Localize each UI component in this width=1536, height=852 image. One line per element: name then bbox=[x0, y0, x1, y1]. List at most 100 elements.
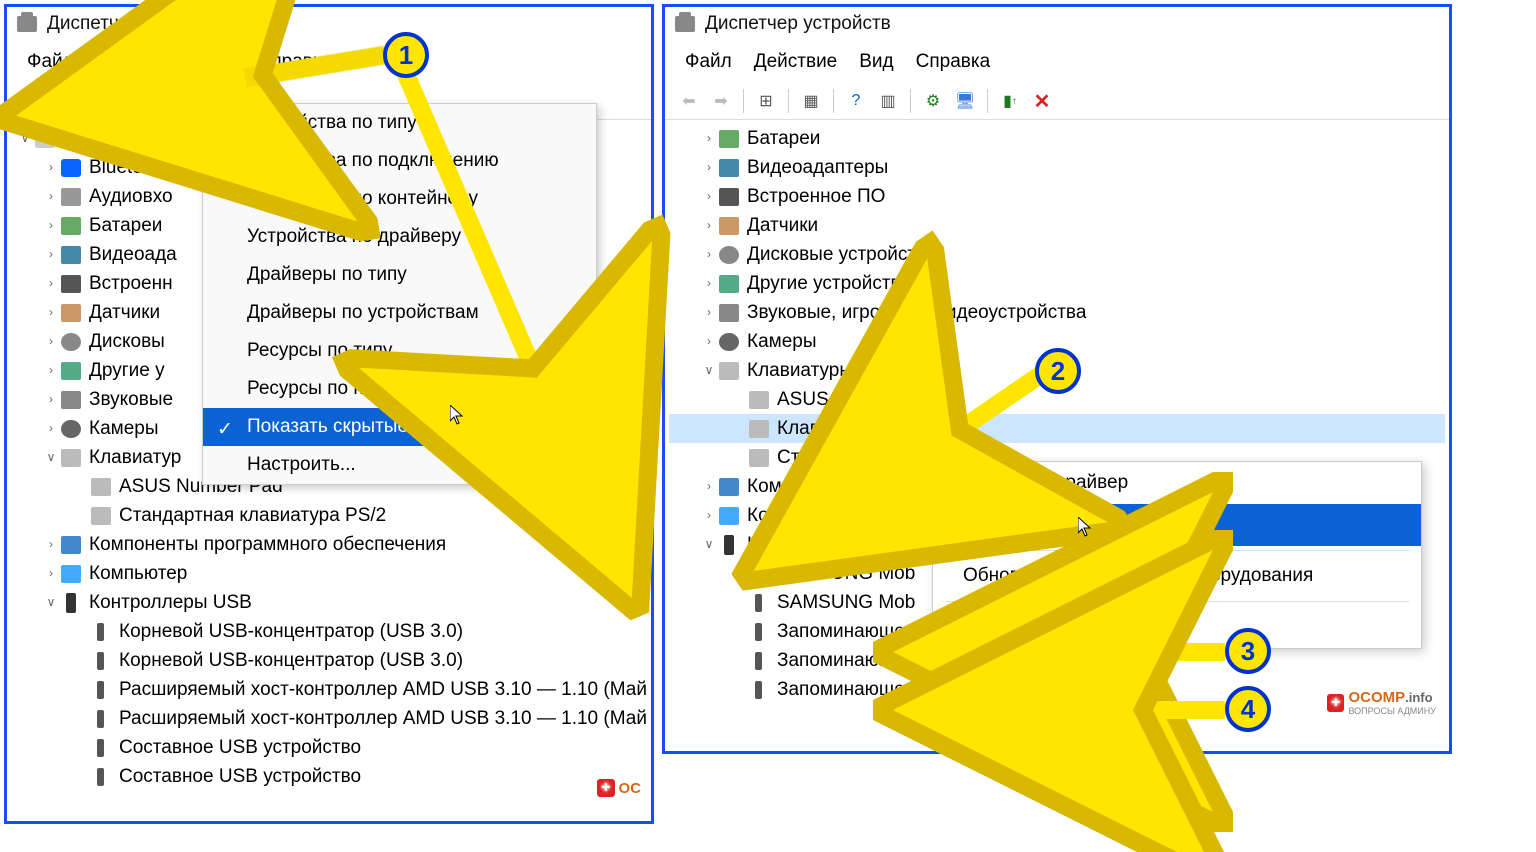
tree-video[interactable]: Видеоада bbox=[89, 240, 177, 269]
tree-kbd1[interactable]: ASUS Number Pad bbox=[777, 385, 941, 414]
tree-disk[interactable]: Дисковые устройства bbox=[747, 240, 937, 269]
tree-firmware[interactable]: Встроенное ПО bbox=[747, 182, 885, 211]
menu-file[interactable]: Файл bbox=[17, 45, 84, 79]
expand-icon[interactable]: › bbox=[41, 385, 61, 414]
tree-usb3[interactable]: Расширяемый хост-контроллер AMD USB 3.10… bbox=[119, 675, 647, 704]
tree-sensors[interactable]: Датчики bbox=[747, 211, 818, 240]
expand-icon[interactable]: › bbox=[41, 240, 61, 269]
view-by-conn[interactable]: Устройства по подключению bbox=[203, 142, 596, 180]
tree-camera[interactable]: Камеры bbox=[747, 327, 817, 356]
expand-icon[interactable]: › bbox=[699, 501, 719, 530]
grid-icon[interactable]: ▦ bbox=[797, 87, 825, 115]
tree-soft[interactable]: Компоненты прогр bbox=[747, 472, 911, 501]
tree-firmware[interactable]: Встроенн bbox=[89, 269, 173, 298]
tree-battery[interactable]: Батареи bbox=[89, 211, 162, 240]
expand-icon[interactable]: › bbox=[699, 211, 719, 240]
menu-file[interactable]: Файл bbox=[675, 45, 742, 79]
view-by-cont[interactable]: Устройства по контейнеру bbox=[203, 180, 596, 218]
tree-kbd2[interactable]: Клавиатура HID bbox=[777, 414, 918, 443]
tree-usbctl[interactable]: Контроллеры USB bbox=[89, 588, 252, 617]
tree-usb4[interactable]: Расширяемый хост-контроллер AMD USB 3.10… bbox=[119, 704, 647, 733]
expand-icon[interactable]: › bbox=[41, 327, 61, 356]
tree-keyboards[interactable]: Клавиатуры bbox=[747, 356, 853, 385]
tree-battery[interactable]: Батареи bbox=[747, 124, 820, 153]
tree-usb1[interactable]: SAMSUNG Mob bbox=[777, 559, 915, 588]
tree-other[interactable]: Другие у bbox=[89, 356, 165, 385]
pane-icon[interactable]: ▥ bbox=[874, 87, 902, 115]
tree-kbd2[interactable]: Стандартная клавиатура PS/2 bbox=[119, 501, 386, 530]
view-customize[interactable]: Настроить... bbox=[203, 446, 596, 484]
tree-kbd3[interactable]: Стандартная кл bbox=[777, 443, 917, 472]
view-drv-type[interactable]: Драйверы по типу bbox=[203, 256, 596, 294]
tree-root[interactable]: alex-pc bbox=[63, 124, 124, 153]
tree-comp[interactable]: Компьютер bbox=[747, 501, 845, 530]
ctx-uninstall-device[interactable]: Удалить устройство bbox=[933, 504, 1421, 546]
expand-icon[interactable]: › bbox=[699, 124, 719, 153]
expand-icon[interactable]: › bbox=[41, 559, 61, 588]
tree-usb5[interactable]: Составное USB устройство bbox=[119, 733, 361, 762]
view-by-drv[interactable]: Устройства по драйверу bbox=[203, 218, 596, 256]
expand-icon[interactable]: ∨ bbox=[699, 356, 719, 385]
expand-icon[interactable]: › bbox=[699, 327, 719, 356]
expand-icon[interactable]: ∨ bbox=[15, 124, 35, 153]
tree-audio[interactable]: Аудиовхо bbox=[89, 182, 173, 211]
tree-video[interactable]: Видеоадаптеры bbox=[747, 153, 888, 182]
expand-icon[interactable]: › bbox=[699, 182, 719, 211]
view-drv-dev[interactable]: Драйверы по устройствам bbox=[203, 294, 596, 332]
view-res-conn[interactable]: Ресурсы по подключению bbox=[203, 370, 596, 408]
menu-action[interactable]: Действие bbox=[744, 45, 848, 79]
view-by-type[interactable]: Устройства по типу bbox=[203, 104, 596, 142]
tree-keyboards[interactable]: Клавиатур bbox=[89, 443, 181, 472]
expand-icon[interactable]: › bbox=[699, 240, 719, 269]
view-show-hidden[interactable]: ✓Показать скрытые устройства bbox=[203, 408, 596, 446]
tree-usb2[interactable]: Корневой USB-концентратор (USB 3.0) bbox=[119, 646, 463, 675]
tree-sensors[interactable]: Датчики bbox=[89, 298, 160, 327]
tree-comp[interactable]: Компьютер bbox=[89, 559, 187, 588]
tree-sound[interactable]: Звуковые bbox=[89, 385, 173, 414]
ctx-update-driver[interactable]: Обновить драйвер bbox=[933, 462, 1421, 504]
tree-soft[interactable]: Компоненты программного обеспечения bbox=[89, 530, 446, 559]
expand-icon[interactable]: › bbox=[41, 530, 61, 559]
uninstall-icon[interactable]: ✕ bbox=[1028, 87, 1056, 115]
expand-icon[interactable]: › bbox=[41, 269, 61, 298]
expand-icon[interactable]: ∨ bbox=[699, 530, 719, 559]
expand-icon[interactable]: › bbox=[699, 472, 719, 501]
expand-icon[interactable]: › bbox=[699, 153, 719, 182]
tree-bluetooth[interactable]: Bluetooth bbox=[89, 153, 169, 182]
tree-disk[interactable]: Дисковы bbox=[89, 327, 165, 356]
menu-help[interactable]: Справка bbox=[906, 45, 1001, 79]
tree-usb5[interactable]: Запоминающее устройство для USB bbox=[777, 675, 1101, 704]
expand-icon[interactable]: › bbox=[41, 298, 61, 327]
tree-usbctl[interactable]: Контроллеры USB bbox=[747, 530, 910, 559]
details-icon[interactable]: ⊞ bbox=[94, 87, 122, 115]
tree-other[interactable]: Другие устройства bbox=[747, 269, 911, 298]
expand-icon[interactable]: ∨ bbox=[41, 588, 61, 617]
menu-view[interactable]: Вид bbox=[191, 45, 245, 79]
help-icon[interactable]: ? bbox=[139, 87, 167, 115]
ctx-properties[interactable]: Свойства bbox=[933, 606, 1421, 648]
expand-icon[interactable]: › bbox=[41, 356, 61, 385]
ctx-rescan[interactable]: Обновить конфигурацию оборудования bbox=[933, 555, 1421, 597]
expand-icon[interactable]: › bbox=[41, 414, 61, 443]
scan-icon[interactable]: 🖥 bbox=[951, 87, 979, 115]
tree-usb6[interactable]: Составное USB устройство bbox=[119, 762, 361, 791]
tree-usb1[interactable]: Корневой USB-концентратор (USB 3.0) bbox=[119, 617, 463, 646]
enable-icon[interactable]: ▮↑ bbox=[996, 87, 1024, 115]
tree-usb4[interactable]: Запоминающее устройство для USB bbox=[777, 646, 1101, 675]
menu-view[interactable]: Вид bbox=[849, 45, 903, 79]
tree-usb2[interactable]: SAMSUNG Mob bbox=[777, 588, 915, 617]
tree-sound[interactable]: Звуковые, игровые и видеоустройства bbox=[747, 298, 1086, 327]
expand-icon[interactable]: › bbox=[699, 298, 719, 327]
expand-icon[interactable]: ∨ bbox=[41, 443, 61, 472]
menu-help[interactable]: Справка bbox=[248, 45, 343, 79]
tree-camera[interactable]: Камеры bbox=[89, 414, 159, 443]
update-driver-icon[interactable]: ⚙ bbox=[919, 87, 947, 115]
expand-icon[interactable]: › bbox=[699, 269, 719, 298]
menu-action[interactable]: Действие bbox=[86, 45, 190, 79]
details-icon[interactable]: ⊞ bbox=[752, 87, 780, 115]
help-icon[interactable]: ? bbox=[842, 87, 870, 115]
expand-icon[interactable]: › bbox=[41, 153, 61, 182]
view-res-type[interactable]: Ресурсы по типу bbox=[203, 332, 596, 370]
expand-icon[interactable]: › bbox=[41, 182, 61, 211]
expand-icon[interactable]: › bbox=[41, 211, 61, 240]
